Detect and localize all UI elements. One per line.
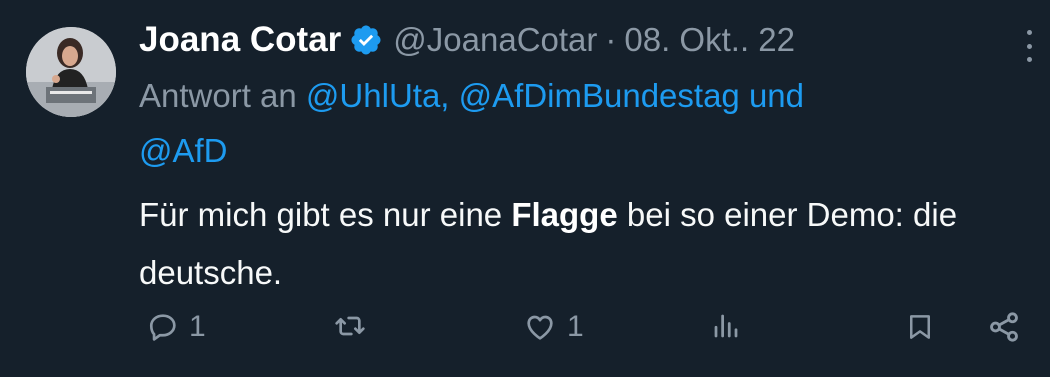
like-button[interactable]: 1 [523,310,584,344]
mention-afd[interactable]: @AfD [139,132,228,169]
tweet[interactable]: Joana Cotar @JoanaCotar · 08. Okt.. 22 A… [0,0,1050,377]
like-count: 1 [567,310,584,343]
tweet-date[interactable]: 08. Okt.. 22 [624,21,795,59]
retweet-icon [335,316,365,336]
mention-uhluta[interactable]: @UhlUta, [306,77,450,114]
profile-photo-icon [26,27,116,117]
author-name[interactable]: Joana Cotar [139,20,341,60]
tweet-header: Joana Cotar @JoanaCotar · 08. Okt.. 22 [139,12,990,68]
share-icon [990,312,1018,342]
heart-icon [527,315,553,340]
reply-count: 1 [189,310,206,343]
action-bar: 1 1 [139,310,1029,356]
reply-icon [149,314,176,341]
tweet-text-part1: Für mich gibt es nur eine [139,196,503,233]
author-handle[interactable]: @JoanaCotar [393,21,597,59]
avatar[interactable] [26,27,116,117]
share-button[interactable] [987,310,1021,344]
reply-conjunction: und [748,77,805,114]
tweet-text: Für mich gibt es nur eine Flagge bei so … [139,186,990,302]
bookmark-icon [910,315,930,339]
reply-prefix: Antwort an [139,77,297,114]
separator-dot: · [605,21,617,58]
mention-afdimbundestag[interactable]: @AfDimBundestag [459,77,740,114]
analytics-icon [714,314,738,338]
reply-context: Antwort an @UhlUta, @AfDimBundestag und … [139,68,990,178]
verified-badge-icon [351,25,381,55]
views-button[interactable] [711,310,741,342]
reply-button[interactable]: 1 [147,310,206,344]
more-options-icon[interactable] [1014,26,1044,66]
tweet-text-bold: Flagge [511,196,618,233]
bookmark-button[interactable] [905,310,935,344]
retweet-button[interactable] [332,310,378,342]
